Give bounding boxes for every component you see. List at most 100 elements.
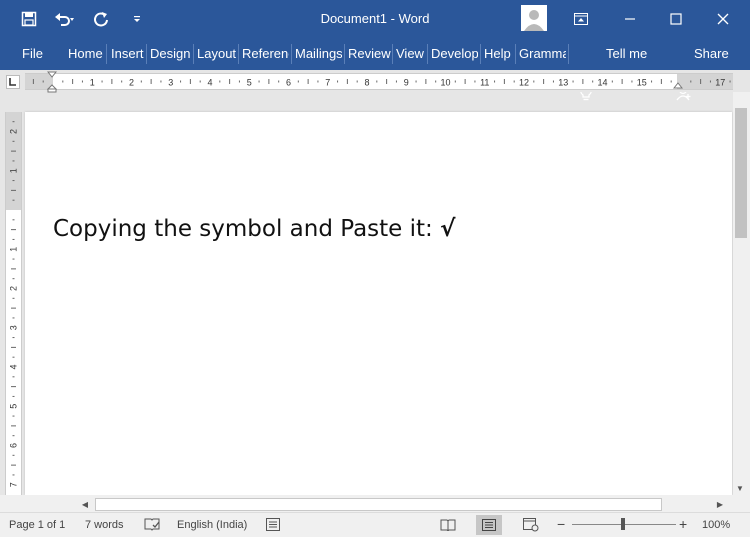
ruler-number: 2 — [129, 78, 134, 88]
window-title: Document1 - Word — [320, 11, 430, 26]
web-layout-button[interactable] — [518, 515, 544, 535]
quick-access-toolbar — [18, 8, 148, 30]
document-body-text[interactable]: Copying the symbol and Paste it: √ — [53, 216, 455, 242]
close-icon — [717, 13, 729, 25]
tab-home[interactable]: Home — [68, 46, 103, 61]
horizontal-scroll-thumb[interactable] — [95, 498, 662, 511]
tab-design[interactable]: Design — [150, 46, 190, 61]
document-page[interactable]: Copying the symbol and Paste it: √ — [25, 112, 732, 495]
zoom-in-icon[interactable]: + — [679, 516, 687, 532]
ribbon-display-options-button[interactable] — [558, 0, 604, 38]
ruler-number: 3 — [9, 325, 19, 330]
right-indent-marker[interactable] — [673, 82, 683, 90]
horizontal-scrollbar[interactable]: ◀ ▶ ▼ — [0, 484, 750, 512]
scroll-down-arrow-icon[interactable]: ▼ — [733, 481, 747, 495]
tab-divider — [568, 44, 569, 64]
redo-icon[interactable] — [90, 8, 112, 30]
scroll-right-arrow-icon[interactable]: ▶ — [713, 497, 727, 511]
maximize-icon — [670, 13, 682, 25]
ruler-number: 13 — [558, 78, 568, 88]
ruler-number: 4 — [207, 78, 212, 88]
horizontal-ruler-ticks: 1 2 3 4 5 6 7 8 9 10 11 12 13 14 15 17 — [32, 78, 731, 88]
language-indicator[interactable]: English (India) — [177, 519, 247, 531]
tell-me-search[interactable]: Tell me — [606, 46, 647, 61]
checkmark-symbol: √ — [440, 216, 456, 242]
document-text: Copying the symbol and Paste it: — [53, 216, 441, 242]
tab-divider — [427, 44, 428, 64]
ruler-number: 1 — [9, 168, 19, 173]
vertical-ruler[interactable]: 2 1 1 2 3 4 5 6 7 — [5, 112, 22, 495]
page-count[interactable]: Page 1 of 1 — [9, 519, 65, 531]
tab-references[interactable]: Referenc — [242, 46, 289, 61]
ruler-number: 7 — [325, 78, 330, 88]
horizontal-ruler[interactable]: 1 2 3 4 5 6 7 8 9 10 11 12 13 14 15 17 — [25, 73, 733, 90]
ruler-number: 9 — [404, 78, 409, 88]
ruler-number: 2 — [9, 129, 19, 134]
tab-grammarly[interactable]: Gramma — [519, 46, 566, 61]
proofing-icon[interactable] — [144, 517, 160, 531]
ruler-number: 11 — [480, 78, 489, 88]
ruler-number: 17 — [715, 78, 725, 88]
print-layout-button[interactable] — [476, 515, 502, 535]
customize-qat-icon[interactable] — [126, 8, 148, 30]
ruler-number: 5 — [9, 404, 19, 409]
ruler-number: 4 — [9, 364, 19, 369]
close-button[interactable] — [700, 0, 746, 38]
maximize-button[interactable] — [653, 0, 699, 38]
vertical-scroll-thumb[interactable] — [735, 108, 747, 238]
tab-view[interactable]: View — [396, 46, 424, 61]
ruler-number: 3 — [168, 78, 173, 88]
tab-file[interactable]: File — [22, 46, 43, 61]
tab-divider — [392, 44, 393, 64]
account-avatar-icon[interactable] — [521, 5, 547, 31]
read-mode-button[interactable] — [435, 515, 461, 535]
web-layout-icon — [523, 518, 539, 532]
tab-insert[interactable]: Insert — [111, 46, 144, 61]
ruler-area: 1 2 3 4 5 6 7 8 9 10 11 12 13 14 15 17 — [0, 70, 750, 93]
ruler-number: 6 — [9, 443, 19, 448]
accessibility-icon[interactable] — [266, 518, 280, 531]
status-bar: Page 1 of 1 7 words English (India) − + … — [0, 512, 750, 537]
title-bar: Document1 - Word — [0, 0, 750, 38]
tab-layout[interactable]: Layout — [197, 46, 236, 61]
ruler-number: 6 — [286, 78, 291, 88]
ruler-number: 1 — [9, 247, 19, 252]
tab-divider — [344, 44, 345, 64]
minimize-icon — [625, 18, 635, 20]
tab-review[interactable]: Review — [348, 46, 391, 61]
read-mode-icon — [440, 519, 456, 531]
share-button[interactable]: Share — [694, 46, 729, 61]
tab-divider — [146, 44, 147, 64]
tab-mailings[interactable]: Mailings — [295, 46, 342, 61]
zoom-level[interactable]: 100% — [702, 519, 730, 531]
tab-divider — [480, 44, 481, 64]
word-count[interactable]: 7 words — [85, 519, 124, 531]
tab-selector-icon[interactable] — [6, 75, 20, 89]
save-icon[interactable] — [18, 8, 40, 30]
vertical-scrollbar[interactable] — [733, 92, 750, 495]
scroll-left-arrow-icon[interactable]: ◀ — [78, 497, 92, 511]
tab-divider — [291, 44, 292, 64]
ruler-number: 14 — [597, 78, 607, 88]
zoom-out-icon[interactable]: − — [557, 516, 565, 532]
tab-divider — [238, 44, 239, 64]
tab-help[interactable]: Help — [484, 46, 511, 61]
tab-divider — [193, 44, 194, 64]
undo-icon[interactable] — [54, 8, 76, 30]
zoom-slider-thumb[interactable] — [621, 518, 625, 530]
ruler-number: 10 — [440, 78, 450, 88]
ribbon-tab-bar: File Home Insert Design Layout Referenc … — [0, 38, 750, 101]
ruler-number: 15 — [637, 78, 647, 88]
first-line-indent-marker[interactable] — [47, 71, 57, 93]
vertical-ruler-ticks: 2 1 1 2 3 4 5 6 7 — [9, 121, 19, 487]
ruler-number: 12 — [519, 78, 529, 88]
ruler-number: 1 — [90, 78, 95, 88]
ruler-number: 5 — [247, 78, 252, 88]
ruler-number: 2 — [9, 286, 19, 291]
tab-developer[interactable]: Develop — [431, 46, 478, 61]
minimize-button[interactable] — [607, 0, 653, 38]
ribbon-display-icon — [574, 13, 588, 25]
ruler-number: 7 — [9, 482, 19, 487]
ruler-number: 8 — [364, 78, 369, 88]
tab-divider — [515, 44, 516, 64]
